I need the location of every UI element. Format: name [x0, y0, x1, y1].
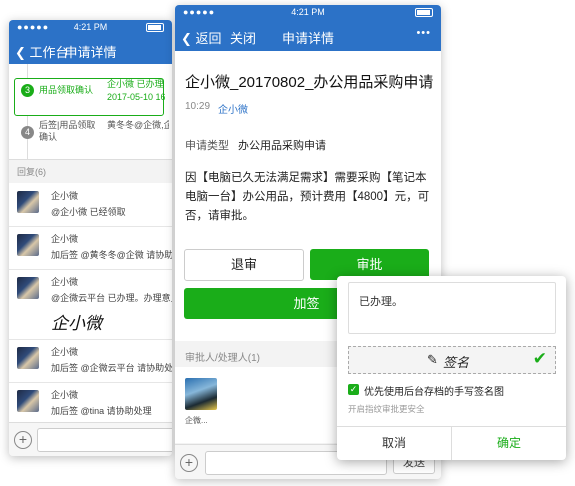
avatar [17, 347, 39, 369]
status-time: 4:21 PM [291, 7, 325, 17]
more-icon[interactable]: ••• [416, 27, 431, 39]
reply-text: 加后签 @企微云平台 请协助处理 [51, 363, 172, 373]
type-label: 申请类型 [185, 140, 229, 152]
battery-icon [415, 8, 433, 17]
avatar [17, 234, 39, 256]
page-title: 申请详情 [281, 31, 334, 46]
step-label: 后签|用品领取确认 [39, 120, 96, 142]
reply-text: @企小微 已经领取 [51, 207, 126, 217]
status-bar: ●●●●● 4:21 PM [9, 20, 172, 34]
request-user[interactable]: 企小微 [218, 101, 248, 116]
confirm-button[interactable]: 确定 [452, 427, 566, 460]
reply-list: 企小微 @企小微 已经领取 企小微 加后签 @黄冬冬@企微 请协助 企小微 @企… [9, 183, 172, 426]
reply-name: 企小微 [51, 347, 79, 357]
opinion-text: 已办理。 [359, 296, 403, 308]
type-value: 办公用品采购申请 [238, 140, 326, 152]
step-time: 2017-05-10 16:3 [107, 92, 165, 102]
list-item[interactable]: 企小微 @企小微 已经领取 [9, 183, 172, 227]
avatar [17, 191, 39, 213]
signature-pad[interactable]: ✎ 签名 ✔ [348, 346, 556, 374]
check-icon: ✔ [532, 349, 547, 368]
approver-header: 审批人/处理人(1) [185, 353, 260, 364]
plus-icon[interactable]: + [14, 431, 32, 449]
request-time: 10:29 [185, 101, 211, 112]
request-body: 因【电脑已久无法满足需求】需要采购【笔记本电脑一台】办公用品，预计费用【4800… [185, 172, 430, 222]
reply-name: 企小微 [51, 234, 79, 244]
handwritten-signature: 企小微 [51, 314, 102, 334]
page-title: 申请详情 [64, 45, 117, 60]
nav-bar: ❮ 返回 关闭 申请详情 ••• [175, 21, 441, 51]
approval-steps: 3 用品领取确认 企小微 已办理 2017-05-10 16:3 4 后签|用品… [9, 64, 172, 160]
nav-bar: ❮ 工作台 申请详情 [9, 34, 172, 64]
reply-name: 企小微 [51, 390, 79, 400]
list-item[interactable]: 企小微 加后签 @黄冬冬@企微 请协助 [9, 226, 172, 270]
reply-text: 加后签 @黄冬冬@企微 请协助 [51, 250, 172, 260]
step-person: 企小微 已办理 [107, 79, 164, 89]
list-item[interactable]: 企小微 加后签 @tina 请协助处理 [9, 382, 172, 426]
step-number: 3 [21, 84, 34, 97]
signature-dialog: 已办理。 ✎ 签名 ✔ ✓ 优先使用后台存档的手写签名图 开启指纹审批更安全 取… [337, 276, 566, 460]
signature-preview: 签名 [443, 356, 470, 371]
step-number: 4 [21, 126, 34, 139]
opinion-input[interactable]: 已办理。 [348, 282, 556, 334]
pen-icon: ✎ [427, 352, 438, 367]
reply-header: 回复(6) [17, 167, 46, 177]
step-label: 用品领取确认 [39, 85, 94, 95]
list-item[interactable]: 企小微 加后签 @企微云平台 请协助处理 [9, 339, 172, 383]
cancel-button[interactable]: 取消 [337, 427, 451, 460]
return-button[interactable]: 退审 [184, 249, 304, 281]
reply-name: 企小微 [51, 277, 79, 287]
checkbox-label: 优先使用后台存档的手写签名图 [364, 387, 504, 398]
request-title: 企小微_20170802_办公用品采购申请 [185, 74, 434, 91]
battery-icon [146, 23, 164, 32]
avatar [17, 390, 39, 412]
reply-text: @企微云平台 已办理。办理意见 [51, 293, 172, 303]
avatar[interactable] [185, 378, 217, 410]
fingerprint-hint: 开启指纹审批更安全 [348, 404, 425, 414]
step-person: 黄冬冬@企微,企微 [107, 120, 169, 130]
avatar [17, 277, 39, 299]
input-bar: + [9, 422, 172, 456]
reply-text: 加后签 @tina 请协助处理 [51, 406, 152, 416]
plus-icon[interactable]: + [180, 454, 198, 472]
status-bar: ●●●●● 4:21 PM [175, 5, 441, 21]
checkbox[interactable]: ✓ [348, 384, 359, 395]
reply-name: 企小微 [51, 191, 79, 201]
reply-input[interactable] [37, 428, 172, 452]
approver-name: 企微... [185, 416, 208, 425]
list-item[interactable]: 企小微 @企微云平台 已办理。办理意见 企小微 [9, 269, 172, 340]
back-screen: ●●●●● 4:21 PM ❮ 工作台 申请详情 3 用品领取确认 企小微 已办… [9, 20, 172, 456]
